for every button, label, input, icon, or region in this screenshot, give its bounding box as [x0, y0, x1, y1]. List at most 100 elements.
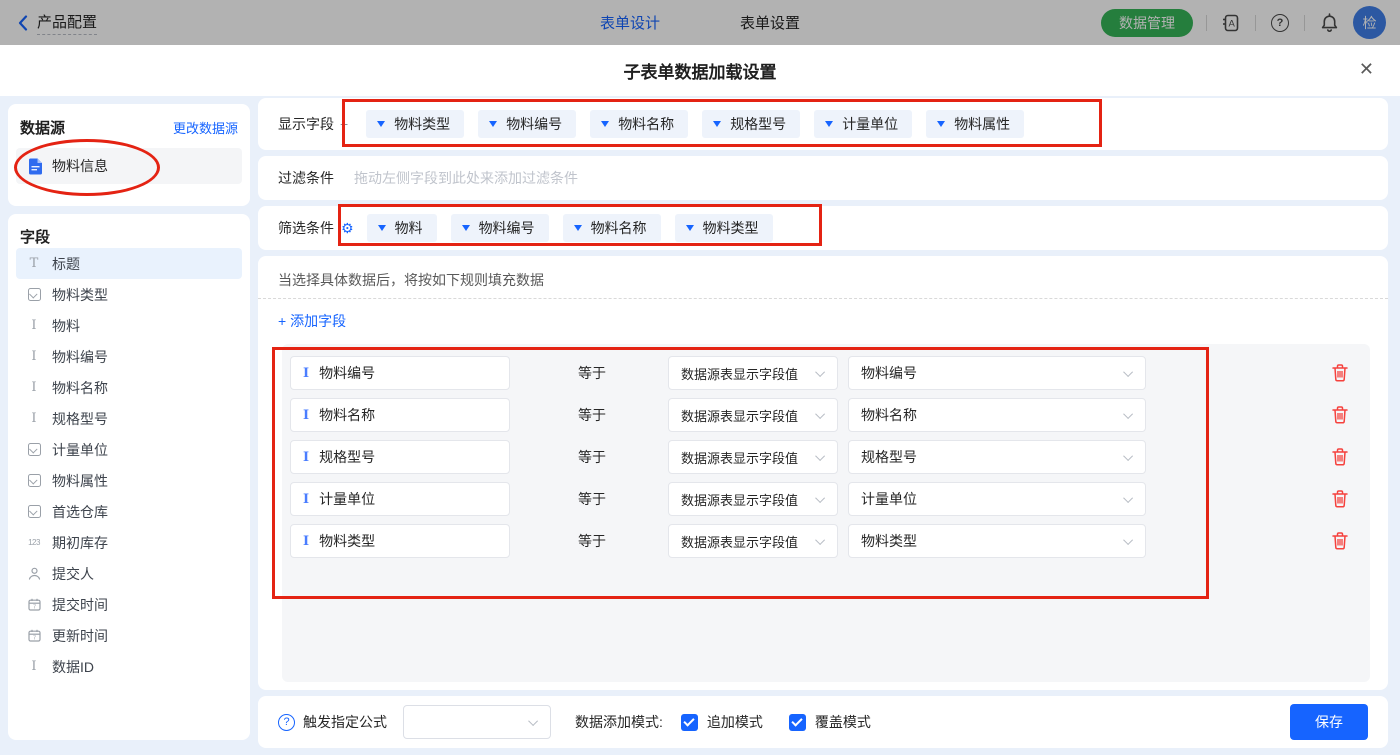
rule-source-select[interactable]: 数据源表显示字段值	[668, 482, 838, 516]
caret-down-icon	[713, 121, 722, 127]
title-icon: T	[29, 256, 39, 271]
close-icon[interactable]: ✕	[1359, 60, 1374, 78]
add-display-field-button[interactable]: +	[340, 116, 348, 132]
trigger-formula-label: 触发指定公式	[303, 714, 387, 730]
number-icon: 123	[28, 538, 40, 547]
text-icon: I	[303, 533, 310, 549]
select-icon	[26, 474, 42, 487]
text-icon: I	[303, 365, 310, 381]
caret-down-icon	[377, 225, 386, 231]
rule-field-input[interactable]: I 物料名称	[290, 398, 510, 432]
delete-rule-icon[interactable]	[1332, 406, 1348, 424]
operator-label: 等于	[578, 491, 606, 507]
filter-drop-placeholder: 拖动左侧字段到此处来添加过滤条件	[354, 170, 578, 186]
operator-label: 等于	[578, 365, 606, 381]
field-tag[interactable]: 物料	[366, 214, 437, 242]
select-icon	[26, 288, 42, 301]
field-item-submit-time[interactable]: 7 提交时间	[16, 589, 242, 620]
field-item-material[interactable]: I 物料	[16, 310, 242, 341]
rule-target-select[interactable]: 物料名称	[848, 398, 1146, 432]
rule-field-input[interactable]: I 物料类型	[290, 524, 510, 558]
modal-dim-overlay	[0, 0, 1400, 45]
delete-rule-icon[interactable]	[1332, 448, 1348, 466]
field-tag[interactable]: 物料编号	[478, 110, 577, 138]
rule-field-input[interactable]: I 物料编号	[290, 356, 510, 390]
field-item-title[interactable]: T 标题	[16, 248, 242, 279]
data-add-mode-label: 数据添加模式:	[575, 714, 663, 730]
rule-source-select[interactable]: 数据源表显示字段值	[668, 398, 838, 432]
rule-target-select[interactable]: 计量单位	[848, 482, 1146, 516]
datasource-item[interactable]: 物料信息	[16, 148, 242, 184]
gear-icon[interactable]: ⚙	[341, 221, 354, 235]
calendar-icon: 7	[26, 598, 42, 611]
chevron-down-icon	[815, 450, 826, 461]
field-tag[interactable]: 物料编号	[450, 214, 549, 242]
field-list: T 标题 物料类型 I 物料 I 物料编号 I 物料名称 I 规格型号 计量单位…	[16, 248, 242, 682]
chevron-down-icon	[815, 492, 826, 503]
rule-field-input[interactable]: I 计量单位	[290, 482, 510, 516]
help-icon[interactable]: ?	[278, 713, 295, 731]
rule-row: I 物料类型 等于 数据源表显示字段值 物料类型	[290, 524, 1370, 558]
field-tag[interactable]: 物料类型	[366, 110, 465, 138]
filter-conditions-row[interactable]: 过滤条件 拖动左侧字段到此处来添加过滤条件	[258, 156, 1388, 200]
chevron-down-icon	[1123, 366, 1134, 377]
overwrite-mode-checkbox[interactable]: 覆盖模式	[788, 712, 871, 732]
add-field-button[interactable]: + 添加字段	[278, 311, 346, 331]
save-button[interactable]: 保存	[1290, 704, 1368, 740]
field-item-material-name[interactable]: I 物料名称	[16, 372, 242, 403]
field-item-submitter[interactable]: 提交人	[16, 558, 242, 589]
fields-panel: 字段 T 标题 物料类型 I 物料 I 物料编号 I 物料名称 I 规格型号 计…	[8, 214, 250, 740]
delete-rule-icon[interactable]	[1332, 532, 1348, 550]
operator-label: 等于	[578, 533, 606, 549]
rule-source-select[interactable]: 数据源表显示字段值	[668, 440, 838, 474]
rule-target-select[interactable]: 物料类型	[848, 524, 1146, 558]
append-mode-checkbox[interactable]: 追加模式	[680, 712, 763, 732]
field-item-update-time[interactable]: 7 更新时间	[16, 620, 242, 651]
svg-text:7: 7	[32, 635, 35, 641]
field-tag[interactable]: 物料属性	[926, 110, 1025, 138]
caret-down-icon	[489, 121, 498, 127]
text-icon: I	[31, 411, 37, 426]
datasource-heading: 数据源	[20, 120, 66, 137]
field-tag[interactable]: 计量单位	[814, 110, 913, 138]
rule-row: I 计量单位 等于 数据源表显示字段值 计量单位	[290, 482, 1370, 516]
select-icon	[26, 443, 42, 456]
field-item-material-attr[interactable]: 物料属性	[16, 465, 242, 496]
display-fields-label: 显示字段	[278, 116, 334, 132]
text-icon: I	[303, 491, 310, 507]
caret-down-icon	[825, 121, 834, 127]
field-item-spec-model[interactable]: I 规格型号	[16, 403, 242, 434]
caret-down-icon	[937, 121, 946, 127]
field-tag[interactable]: 物料名称	[590, 110, 689, 138]
chevron-down-icon	[815, 366, 826, 377]
caret-down-icon	[573, 225, 582, 231]
text-icon: I	[31, 349, 37, 364]
fill-rules-hint: 当选择具体数据后，将按如下规则填充数据	[278, 272, 544, 288]
delete-rule-icon[interactable]	[1332, 490, 1348, 508]
formula-select[interactable]	[403, 705, 551, 739]
rule-field-input[interactable]: I 规格型号	[290, 440, 510, 474]
display-fields-row: 显示字段 + 物料类型 物料编号 物料名称 规格型号 计量单位 物料属性	[258, 98, 1388, 150]
rule-source-select[interactable]: 数据源表显示字段值	[668, 524, 838, 558]
field-item-opening-stock[interactable]: 123 期初库存	[16, 527, 242, 558]
rule-source-select[interactable]: 数据源表显示字段值	[668, 356, 838, 390]
operator-label: 等于	[578, 449, 606, 465]
field-item-data-id[interactable]: I 数据ID	[16, 651, 242, 682]
field-item-material-code[interactable]: I 物料编号	[16, 341, 242, 372]
field-tag[interactable]: 物料名称	[562, 214, 661, 242]
modal-title: 子表单数据加载设置	[623, 63, 777, 82]
delete-rule-icon[interactable]	[1332, 364, 1348, 382]
field-item-unit[interactable]: 计量单位	[16, 434, 242, 465]
field-item-material-type[interactable]: 物料类型	[16, 279, 242, 310]
field-tag[interactable]: 规格型号	[702, 110, 801, 138]
field-tag[interactable]: 物料类型	[674, 214, 773, 242]
chevron-down-icon	[1123, 408, 1134, 419]
rule-target-select[interactable]: 规格型号	[848, 440, 1146, 474]
calendar-icon: 7	[26, 629, 42, 642]
change-datasource-link[interactable]: 更改数据源	[173, 118, 238, 137]
field-item-preferred-warehouse[interactable]: 首选仓库	[16, 496, 242, 527]
rule-target-select[interactable]: 物料编号	[848, 356, 1146, 390]
chevron-down-icon	[1123, 450, 1134, 461]
datasource-panel: 数据源 更改数据源 物料信息	[8, 104, 250, 206]
caret-down-icon	[461, 225, 470, 231]
